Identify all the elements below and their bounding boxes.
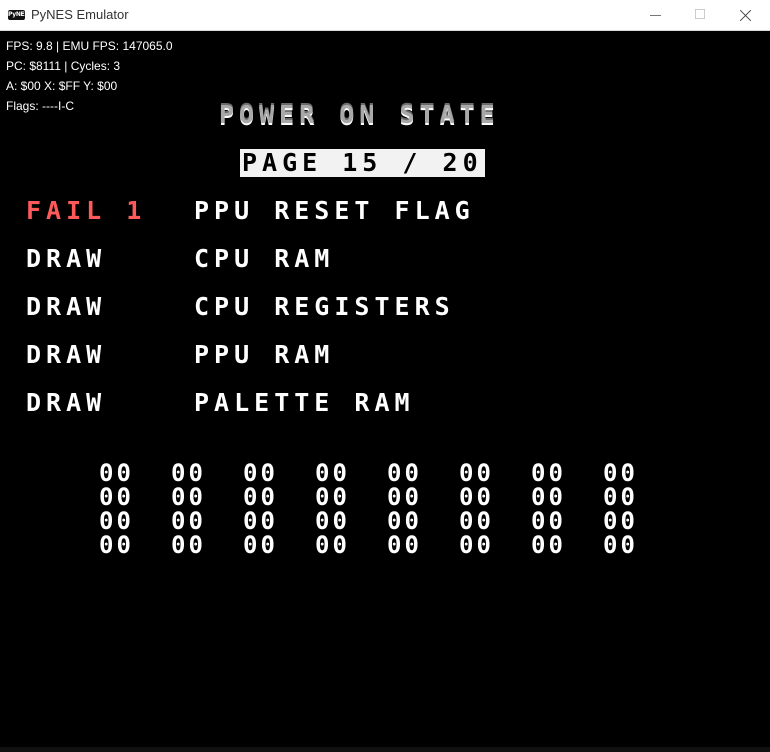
hex-byte: 00 xyxy=(387,483,422,511)
hex-byte: 00 xyxy=(99,483,134,511)
memory-row: 00 00 00 00 00 00 00 00 xyxy=(99,533,675,557)
hex-byte: 00 xyxy=(531,459,566,487)
hex-byte: 00 xyxy=(603,507,638,535)
window-bottom-edge xyxy=(0,747,770,752)
hex-byte: 00 xyxy=(99,507,134,535)
hex-byte: 00 xyxy=(459,507,494,535)
minimize-button[interactable] xyxy=(633,0,678,30)
hex-byte: 00 xyxy=(243,531,278,559)
memory-row: 00 00 00 00 00 00 00 00 xyxy=(99,485,675,509)
hex-byte: 00 xyxy=(459,531,494,559)
hex-byte: 00 xyxy=(243,507,278,535)
pc-readout: PC: $8111 | Cycles: 3 xyxy=(6,59,121,73)
test-status: DRAW xyxy=(26,244,107,273)
hex-byte: 00 xyxy=(171,531,206,559)
flags-readout: Flags: ----I-C xyxy=(6,99,74,113)
close-button[interactable] xyxy=(723,0,768,30)
test-name: CPU RAM xyxy=(194,244,335,273)
test-name: PPU RAM xyxy=(194,340,335,369)
title-bar: PyNES PyNES Emulator xyxy=(0,0,770,31)
test-name: CPU REGISTERS xyxy=(194,292,455,321)
hex-byte: 00 xyxy=(387,507,422,535)
app-icon: PyNES xyxy=(8,10,25,20)
memory-dump: 00 00 00 00 00 00 00 00 00 00 00 00 00 00 00 00 00 00 00… xyxy=(99,461,675,557)
hex-byte: 00 xyxy=(459,459,494,487)
memory-row: 00 00 00 00 00 00 00 00 xyxy=(99,509,675,533)
hex-byte: 00 xyxy=(315,459,350,487)
page-indicator: PAGE 15 / 20 xyxy=(240,148,485,177)
hex-byte: 00 xyxy=(387,531,422,559)
test-status: DRAW xyxy=(26,292,107,321)
hex-byte: 00 xyxy=(99,459,134,487)
test-name: PPU RESET FLAG xyxy=(194,196,475,225)
hex-byte: 00 xyxy=(531,531,566,559)
window-title: PyNES Emulator xyxy=(31,7,129,22)
memory-row: 00 00 00 00 00 00 00 00 xyxy=(99,461,675,485)
screen-heading: POWER ON STATE xyxy=(219,100,500,129)
test-status: DRAW xyxy=(26,388,107,417)
hex-byte: 00 xyxy=(99,531,134,559)
hex-byte: 00 xyxy=(171,507,206,535)
fps-readout: FPS: 9.8 | EMU FPS: 147065.0 xyxy=(6,39,173,53)
hex-byte: 00 xyxy=(315,531,350,559)
test-status: DRAW xyxy=(26,340,107,369)
hex-byte: 00 xyxy=(459,483,494,511)
hex-byte: 00 xyxy=(603,483,638,511)
hex-byte: 00 xyxy=(315,507,350,535)
test-name: PALETTE RAM xyxy=(194,388,415,417)
registers-readout: A: $00 X: $FF Y: $00 xyxy=(6,79,118,93)
maximize-button[interactable] xyxy=(678,0,723,30)
hex-byte: 00 xyxy=(315,483,350,511)
hex-byte: 00 xyxy=(531,483,566,511)
hex-byte: 00 xyxy=(243,483,278,511)
hex-byte: 00 xyxy=(171,459,206,487)
hex-byte: 00 xyxy=(171,483,206,511)
debug-overlay: FPS: 9.8 | EMU FPS: 147065.0 PC: $8111 |… xyxy=(6,36,173,116)
hex-byte: 00 xyxy=(243,459,278,487)
test-status: FAIL 1 xyxy=(26,196,147,225)
hex-byte: 00 xyxy=(603,459,638,487)
hex-byte: 00 xyxy=(603,531,638,559)
hex-byte: 00 xyxy=(387,459,422,487)
hex-byte: 00 xyxy=(531,507,566,535)
